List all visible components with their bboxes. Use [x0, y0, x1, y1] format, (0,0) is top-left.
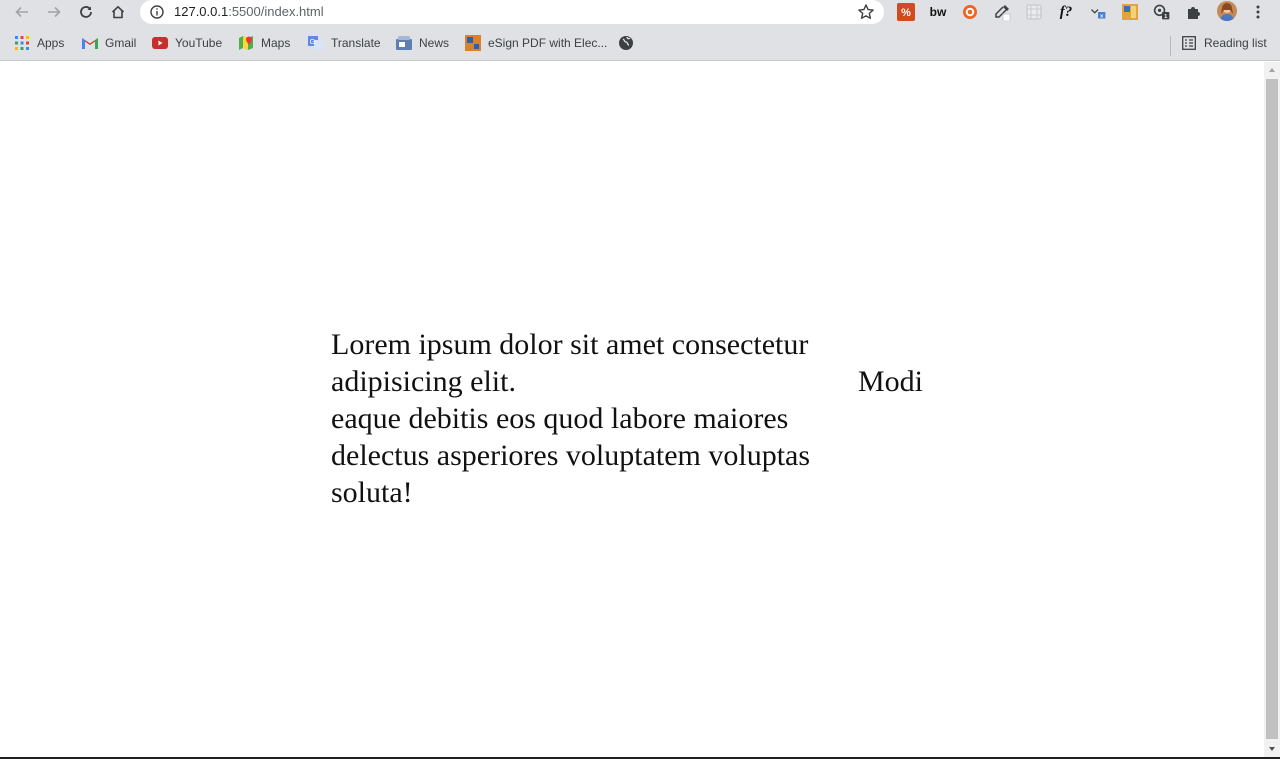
bookmark-esign[interactable]: eSign PDF with Elec... [465, 34, 607, 52]
puzzle-icon[interactable] [1185, 3, 1203, 21]
news-icon [396, 35, 412, 51]
maps-icon [238, 35, 254, 51]
grid-icon[interactable] [1025, 3, 1043, 21]
f-label: f? [1059, 3, 1073, 20]
bookmark-translate-label: Translate [331, 36, 381, 50]
bookmark-youtube[interactable]: YouTube [152, 34, 222, 52]
paragraph-line: delectus asperiores voluptatem voluptas [331, 439, 811, 472]
globe-icon [618, 35, 634, 51]
lorem-paragraph: Lorem ipsum dolor sit amet consectetur a… [331, 326, 849, 511]
side-word: Modi [858, 365, 924, 398]
paragraph-line: Lorem ipsum dolor sit amet consectetur [331, 328, 809, 361]
reading-list-button[interactable]: Reading list [1181, 34, 1267, 52]
bw-label: bw [929, 5, 947, 19]
forward-button[interactable] [42, 1, 66, 23]
paragraph-line: soluta! [331, 476, 413, 509]
tampermonkey-icon[interactable]: % [897, 3, 915, 21]
svg-text:G: G [310, 39, 315, 46]
apps-grid-icon [14, 35, 30, 51]
reading-list-label: Reading list [1204, 36, 1267, 50]
info-icon[interactable] [150, 5, 164, 19]
content-row: Lorem ipsum dolor sit amet consectetur a… [331, 326, 951, 511]
bookmark-gmail-label: Gmail [105, 36, 137, 50]
bookmark-maps[interactable]: Maps [238, 34, 290, 52]
bookmark-youtube-label: YouTube [175, 36, 223, 50]
url-text[interactable]: 127.0.0.1:5500/index.html [174, 4, 324, 19]
home-button[interactable] [106, 1, 130, 23]
menu-icon[interactable] [1249, 3, 1267, 21]
bookmark-apps[interactable]: Apps [14, 34, 64, 52]
triangle-down-icon [1269, 747, 1275, 751]
url-path: :5500/index.html [228, 4, 324, 19]
bookmark-maps-label: Maps [261, 36, 291, 50]
bookmarks-separator [1170, 36, 1171, 56]
browser-toolbar: 127.0.0.1:5500/index.html % bw f? x 1 [0, 0, 1280, 25]
bookmark-esign-label: eSign PDF with Elec... [488, 36, 608, 50]
address-bar[interactable]: 127.0.0.1:5500/index.html [140, 0, 884, 24]
translate-bookmark-icon: G [308, 35, 324, 51]
scroll-up-button[interactable] [1264, 62, 1280, 78]
triangle-up-icon [1269, 68, 1275, 72]
avatar[interactable] [1217, 1, 1237, 21]
scroll-down-button[interactable] [1264, 741, 1280, 757]
url-host: 127.0.0.1 [174, 4, 229, 19]
bookmark-manager-icon[interactable] [1121, 3, 1139, 21]
back-button[interactable] [10, 1, 34, 23]
bookmarks-bar: Apps Gmail YouTube Maps G Translate News [0, 25, 1280, 61]
translate-icon[interactable]: x [1089, 3, 1107, 21]
bookmark-translate[interactable]: G Translate [308, 34, 381, 52]
reading-list-icon [1181, 35, 1197, 51]
bookmark-star-icon[interactable] [857, 3, 875, 21]
bookmark-news-label: News [419, 36, 450, 50]
esign-icon [465, 35, 481, 51]
home-icon [111, 5, 125, 19]
page-viewport: Lorem ipsum dolor sit amet consectetur a… [0, 62, 1264, 757]
arrow-right-icon [48, 6, 61, 18]
paragraph-line: adipisicing elit. [331, 365, 516, 398]
bookmark-globe[interactable] [618, 34, 634, 52]
scroll-thumb[interactable] [1266, 79, 1278, 739]
arrow-left-icon [15, 6, 28, 18]
youtube-icon [152, 35, 168, 51]
svg-text:%: % [901, 7, 911, 19]
target-icon[interactable] [961, 3, 979, 21]
reload-icon [80, 6, 92, 18]
update-icon[interactable]: 1 [1153, 3, 1171, 21]
paragraph-line: eaque debitis eos quod labore maiores [331, 402, 789, 435]
bookmark-news[interactable]: News [396, 34, 449, 52]
bookmark-apps-label: Apps [37, 36, 65, 50]
vertical-scrollbar[interactable] [1264, 62, 1280, 757]
bw-icon[interactable]: bw [929, 3, 947, 21]
f-icon[interactable]: f? [1057, 3, 1075, 21]
reload-button[interactable] [74, 1, 98, 23]
bookmark-gmail[interactable]: Gmail [82, 34, 136, 52]
eyedropper-icon[interactable] [993, 3, 1011, 21]
gmail-icon [82, 35, 98, 51]
